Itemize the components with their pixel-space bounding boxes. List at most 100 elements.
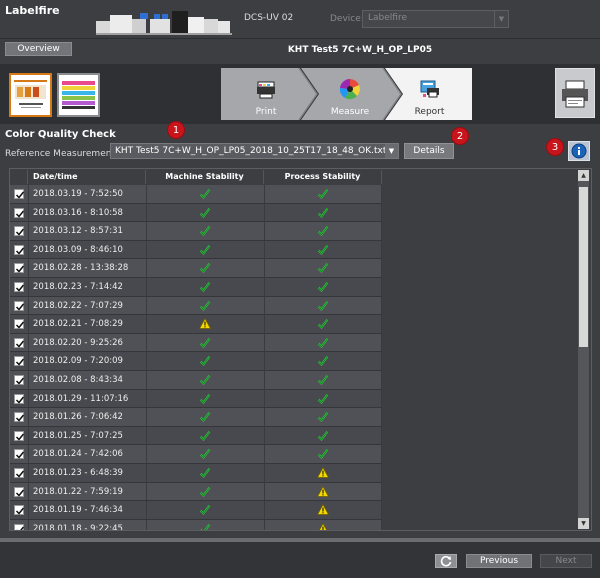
row-checkbox[interactable] bbox=[14, 337, 25, 348]
column-divider bbox=[381, 352, 382, 370]
row-checkbox[interactable] bbox=[14, 244, 25, 255]
table-row[interactable]: 2018.01.29 - 11:07:16 bbox=[10, 389, 382, 409]
callout-badge-3: 3 bbox=[546, 138, 564, 156]
scroll-down-arrow-icon[interactable]: ▼ bbox=[578, 518, 589, 529]
column-divider bbox=[381, 240, 382, 259]
refresh-button[interactable] bbox=[435, 554, 457, 568]
overview-button[interactable]: Overview bbox=[5, 42, 72, 56]
process-stability-ok-icon bbox=[264, 281, 382, 293]
previous-button[interactable]: Previous bbox=[466, 554, 532, 568]
row-checkbox[interactable] bbox=[14, 226, 25, 237]
table-row[interactable]: 2018.03.16 - 8:10:58 bbox=[10, 203, 382, 223]
column-divider bbox=[28, 277, 29, 296]
process-stability-warning-icon bbox=[264, 466, 382, 479]
column-header-datetime[interactable]: Date/time bbox=[28, 170, 146, 184]
scrollbar-thumb[interactable] bbox=[579, 187, 588, 347]
workflow-steps: Print Measure Report bbox=[221, 68, 472, 120]
row-datetime: 2018.01.22 - 7:59:19 bbox=[33, 486, 123, 497]
device-label: Device: bbox=[330, 14, 364, 24]
machine-stability-ok-icon bbox=[146, 188, 264, 200]
table-row[interactable]: 2018.03.09 - 8:46:10 bbox=[10, 240, 382, 260]
step-measure-label: Measure bbox=[330, 107, 370, 117]
table-row[interactable]: 2018.02.28 - 13:38:28 bbox=[10, 259, 382, 278]
report-thumbnail-selected[interactable] bbox=[9, 73, 52, 117]
row-checkbox[interactable] bbox=[14, 374, 25, 385]
table-row[interactable]: 2018.02.09 - 7:20:09 bbox=[10, 352, 382, 371]
color-bars-thumbnail[interactable] bbox=[57, 73, 100, 117]
app-title: Labelfire bbox=[5, 4, 60, 17]
machine-stability-ok-icon bbox=[146, 300, 264, 312]
table-row[interactable]: 2018.02.23 - 7:14:42 bbox=[10, 277, 382, 297]
table-row[interactable]: 2018.01.19 - 7:46:34 bbox=[10, 501, 382, 520]
table-row[interactable]: 2018.01.24 - 7:42:06 bbox=[10, 445, 382, 464]
device-select[interactable]: Labelfire ▼ bbox=[362, 10, 509, 28]
table-row[interactable]: 2018.03.19 - 7:52:50 bbox=[10, 185, 382, 204]
row-checkbox[interactable] bbox=[14, 523, 25, 530]
column-header-process-stability[interactable]: Process Stability bbox=[264, 170, 382, 184]
table-row[interactable]: 2018.02.21 - 7:08:29 bbox=[10, 315, 382, 334]
row-checkbox[interactable] bbox=[14, 189, 25, 199]
machine-stability-ok-icon bbox=[146, 374, 264, 386]
table-row[interactable]: 2018.02.08 - 8:43:34 bbox=[10, 370, 382, 390]
next-button[interactable]: Next bbox=[540, 554, 592, 568]
row-datetime: 2018.02.09 - 7:20:09 bbox=[33, 356, 123, 367]
row-checkbox[interactable] bbox=[14, 449, 25, 460]
row-checkbox[interactable] bbox=[14, 412, 25, 423]
table-row[interactable]: 2018.01.25 - 7:07:25 bbox=[10, 426, 382, 446]
machine-stability-ok-icon bbox=[146, 504, 264, 516]
table-row[interactable]: 2018.01.26 - 7:06:42 bbox=[10, 408, 382, 427]
table-row[interactable]: 2018.03.12 - 8:57:31 bbox=[10, 222, 382, 241]
table-row[interactable]: 2018.02.22 - 7:07:29 bbox=[10, 296, 382, 316]
table-row[interactable]: 2018.01.23 - 6:48:39 bbox=[10, 463, 382, 483]
color-wheel-icon bbox=[339, 78, 360, 100]
row-checkbox[interactable] bbox=[14, 486, 25, 497]
column-divider bbox=[381, 463, 382, 482]
printer-icon bbox=[562, 80, 588, 108]
header-divider bbox=[0, 38, 600, 39]
machine-stability-ok-icon bbox=[146, 337, 264, 349]
column-header-machine-stability[interactable]: Machine Stability bbox=[146, 170, 264, 184]
row-checkbox[interactable] bbox=[14, 263, 25, 274]
row-checkbox[interactable] bbox=[14, 393, 25, 404]
scroll-up-arrow-icon[interactable]: ▲ bbox=[578, 170, 589, 181]
row-checkbox[interactable] bbox=[14, 505, 25, 516]
row-datetime: 2018.01.24 - 7:42:06 bbox=[33, 449, 123, 460]
row-checkbox[interactable] bbox=[14, 319, 25, 330]
step-measure[interactable]: Measure bbox=[305, 68, 395, 120]
row-checkbox[interactable] bbox=[14, 281, 25, 292]
process-stability-ok-icon bbox=[264, 374, 382, 386]
machine-stability-warning-icon bbox=[146, 318, 264, 330]
step-print[interactable]: Print bbox=[221, 68, 311, 120]
process-stability-ok-icon bbox=[264, 262, 382, 274]
callout-badge-2: 2 bbox=[451, 127, 469, 145]
vertical-scrollbar[interactable]: ▲ ▼ bbox=[578, 170, 589, 529]
table-row[interactable]: 2018.02.20 - 9:25:26 bbox=[10, 333, 382, 353]
row-checkbox[interactable] bbox=[14, 300, 25, 311]
process-stability-ok-icon bbox=[264, 188, 382, 200]
details-button[interactable]: Details bbox=[404, 143, 454, 159]
column-divider bbox=[28, 315, 29, 333]
press-machine-image bbox=[96, 11, 232, 35]
row-datetime: 2018.01.23 - 6:48:39 bbox=[33, 467, 123, 478]
table-body: 2018.03.19 - 7:52:50 2018.03.16 - 8:10:58… bbox=[10, 185, 382, 530]
table-row[interactable]: 2018.01.18 - 9:22:45 bbox=[10, 519, 382, 530]
row-datetime: 2018.03.12 - 8:57:31 bbox=[33, 226, 123, 237]
info-button[interactable] bbox=[568, 141, 590, 161]
column-divider bbox=[381, 519, 382, 530]
step-report[interactable]: Report bbox=[387, 68, 472, 120]
row-checkbox[interactable] bbox=[14, 207, 25, 218]
row-checkbox[interactable] bbox=[14, 356, 25, 367]
reference-measurement-select[interactable]: KHT Test5 7C+W_H_OP_LP05_2018_10_25T17_1… bbox=[110, 143, 399, 159]
table-row[interactable]: 2018.01.22 - 7:59:19 bbox=[10, 482, 382, 502]
row-checkbox[interactable] bbox=[14, 467, 25, 478]
column-divider bbox=[381, 296, 382, 315]
print-report-button[interactable] bbox=[555, 68, 595, 118]
job-title: KHT Test5 7C+W_H_OP_LP05 bbox=[287, 45, 433, 55]
column-divider bbox=[28, 185, 29, 203]
machine-stability-ok-icon bbox=[146, 393, 264, 405]
step-print-label: Print bbox=[255, 107, 277, 117]
row-checkbox[interactable] bbox=[14, 430, 25, 441]
process-stability-warning-icon bbox=[264, 504, 382, 516]
column-divider bbox=[28, 519, 29, 530]
process-stability-warning-icon bbox=[264, 485, 382, 498]
